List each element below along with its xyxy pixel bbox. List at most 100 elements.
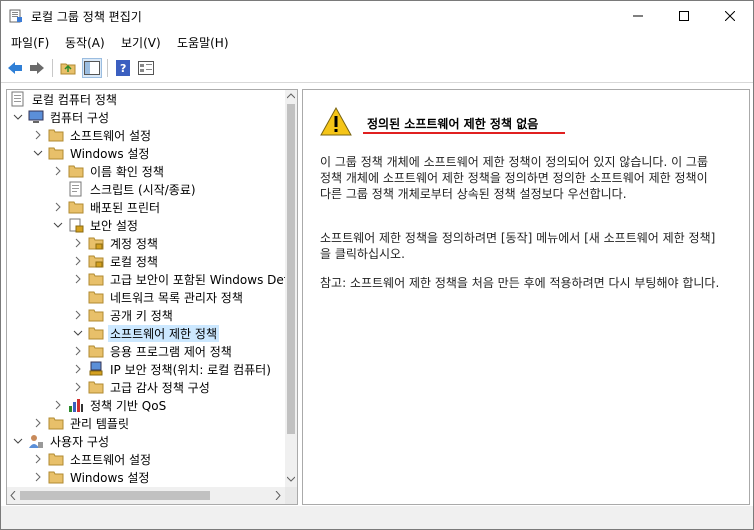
- tree-vertical-scrollbar[interactable]: [285, 90, 297, 487]
- scroll-up-icon[interactable]: [287, 93, 295, 99]
- minimize-icon: [633, 15, 643, 17]
- help-button[interactable]: ?: [113, 58, 133, 78]
- back-arrow-icon: [8, 62, 22, 74]
- close-icon: [725, 11, 735, 21]
- chevron-right-icon[interactable]: [31, 128, 45, 142]
- computer-icon: [28, 109, 44, 125]
- title-bar: 로컬 그룹 정책 편집기: [1, 1, 753, 31]
- details-pane: 정의된 소프트웨어 제한 정책 없음 이 그룹 정책 개체에 소프트웨어 제한 …: [302, 89, 750, 505]
- menu-file[interactable]: 파일(F): [11, 34, 49, 51]
- minimize-button[interactable]: [615, 1, 661, 31]
- tree-item-windows-defender-firewall[interactable]: 고급 보안이 포함된 Windows Defender: [71, 270, 297, 288]
- chevron-right-icon[interactable]: [31, 416, 45, 430]
- menu-help[interactable]: 도움말(H): [177, 34, 229, 51]
- tree-item-public-key-policies[interactable]: 공개 키 정책: [71, 306, 175, 324]
- folder-icon: [48, 469, 64, 485]
- tree-item-advanced-audit[interactable]: 고급 감사 정책 구성: [71, 378, 212, 396]
- scrollbar-corner: [285, 487, 297, 504]
- tree-item-user-windows-settings[interactable]: Windows 설정: [31, 468, 151, 486]
- folder-icon: [48, 451, 64, 467]
- chevron-right-icon[interactable]: [71, 380, 85, 394]
- tree-item-application-control[interactable]: 응용 프로그램 제어 정책: [71, 342, 234, 360]
- chevron-right-icon[interactable]: [31, 470, 45, 484]
- console-tree-pane: 로컬 컴퓨터 정책 컴퓨터 구성 소프트웨어 설정 Windows 설정 이름 …: [6, 89, 298, 505]
- tree-horizontal-scrollbar[interactable]: [7, 487, 297, 504]
- tree-item-windows-settings[interactable]: Windows 설정: [31, 144, 151, 162]
- vertical-scroll-thumb[interactable]: [287, 104, 295, 434]
- tree-item-name-resolution[interactable]: 이름 확인 정책: [51, 162, 166, 180]
- horizontal-scroll-thumb[interactable]: [20, 491, 210, 500]
- folder-lock-icon: [88, 253, 104, 269]
- tree-item-account-policies[interactable]: 계정 정책: [71, 234, 160, 252]
- tree-item-policy-based-qos[interactable]: 정책 기반 QoS: [51, 396, 168, 414]
- chevron-down-icon[interactable]: [11, 434, 25, 448]
- folder-icon: [88, 379, 104, 395]
- tree-item-local-computer-policy[interactable]: 로컬 컴퓨터 정책: [10, 90, 119, 108]
- tree-item-user-config[interactable]: 사용자 구성: [11, 432, 111, 450]
- tree-item-user-software-settings[interactable]: 소프트웨어 설정: [31, 450, 153, 468]
- tree-item-ip-security[interactable]: IP 보안 정책(위치: 로컬 컴퓨터): [71, 360, 273, 378]
- up-folder-button[interactable]: [58, 58, 78, 78]
- chevron-right-icon[interactable]: [71, 272, 85, 286]
- folder-icon: [48, 127, 64, 143]
- chevron-right-icon[interactable]: [71, 236, 85, 250]
- maximize-button[interactable]: [661, 1, 707, 31]
- tree-item-deployed-printers[interactable]: 배포된 프린터: [51, 198, 162, 216]
- chevron-right-icon[interactable]: [71, 254, 85, 268]
- menu-view[interactable]: 보기(V): [121, 34, 161, 51]
- heading-underline: [363, 132, 565, 134]
- chevron-down-icon[interactable]: [51, 218, 65, 232]
- policy-document-icon: [10, 91, 26, 107]
- chevron-right-icon[interactable]: [71, 362, 85, 376]
- folder-up-icon: [60, 63, 76, 75]
- folder-icon: [88, 343, 104, 359]
- console-tree-icon: [84, 61, 100, 75]
- close-button[interactable]: [707, 1, 753, 31]
- folder-icon: [68, 163, 84, 179]
- folder-icon: [68, 199, 84, 215]
- ip-security-icon: [88, 361, 104, 377]
- status-bar: [1, 506, 753, 529]
- svg-text:?: ?: [120, 62, 126, 75]
- chevron-right-icon[interactable]: [71, 308, 85, 322]
- scroll-left-icon[interactable]: [10, 491, 16, 500]
- menu-action[interactable]: 동작(A): [65, 34, 105, 51]
- show-hide-tree-button[interactable]: [82, 58, 102, 78]
- bar-chart-icon: [68, 397, 84, 413]
- tree-item-scripts[interactable]: 스크립트 (시작/종료): [68, 180, 198, 198]
- script-icon: [68, 181, 84, 197]
- user-icon: [28, 433, 44, 449]
- scroll-right-icon[interactable]: [275, 491, 281, 500]
- details-paragraph-2: 소프트웨어 제한 정책을 정의하려면 [동작] 메뉴에서 [새 소프트웨어 제한…: [320, 231, 716, 261]
- chevron-right-icon[interactable]: [51, 200, 65, 214]
- tree-item-network-list-manager[interactable]: 네트워크 목록 관리자 정책: [88, 288, 245, 306]
- tree-item-admin-templates[interactable]: 관리 템플릿: [31, 414, 131, 432]
- chevron-right-icon[interactable]: [31, 452, 45, 466]
- back-button[interactable]: [5, 58, 25, 78]
- forward-button[interactable]: [27, 58, 47, 78]
- chevron-down-icon[interactable]: [31, 146, 45, 160]
- chevron-right-icon[interactable]: [51, 164, 65, 178]
- warning-icon: [320, 107, 352, 136]
- tree-item-computer-config[interactable]: 컴퓨터 구성: [11, 108, 111, 126]
- chevron-down-icon[interactable]: [11, 110, 25, 124]
- properties-icon: [138, 61, 154, 75]
- tree-item-security-settings[interactable]: 보안 설정: [51, 216, 140, 234]
- tree-item-software-settings[interactable]: 소프트웨어 설정: [31, 126, 153, 144]
- details-paragraph-1: 이 그룹 정책 개체에 소프트웨어 제한 정책이 정의되어 있지 않습니다. 이…: [320, 155, 709, 201]
- folder-icon: [48, 415, 64, 431]
- properties-button[interactable]: [136, 58, 156, 78]
- tree-item-local-policies[interactable]: 로컬 정책: [71, 252, 160, 270]
- scroll-down-icon[interactable]: [287, 476, 295, 482]
- chevron-down-icon[interactable]: [71, 326, 85, 340]
- forward-arrow-icon: [30, 62, 44, 74]
- folder-icon: [88, 271, 104, 287]
- gpedit-app-icon: [9, 9, 22, 23]
- maximize-icon: [679, 11, 689, 21]
- folder-icon: [88, 325, 104, 341]
- chevron-right-icon[interactable]: [71, 344, 85, 358]
- tree-item-software-restriction-policies[interactable]: 소프트웨어 제한 정책: [71, 324, 219, 342]
- window-title: 로컬 그룹 정책 편집기: [31, 10, 142, 24]
- details-paragraph-3: 참고: 소프트웨어 제한 정책을 처음 만든 후에 적용하려면 다시 부팅해야 …: [320, 276, 720, 290]
- chevron-right-icon[interactable]: [51, 398, 65, 412]
